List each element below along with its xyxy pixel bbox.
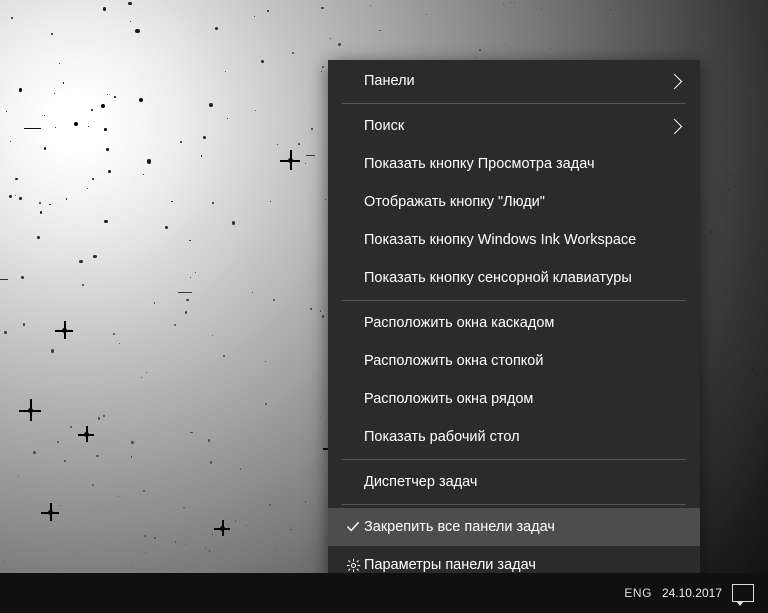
menu-item[interactable]: Показать кнопку сенсорной клавиатуры <box>328 259 700 297</box>
menu-item-label: Расположить окна каскадом <box>364 315 686 331</box>
taskbar-date[interactable]: 24.10.2017 <box>662 586 722 600</box>
menu-item-label: Показать кнопку Windows Ink Workspace <box>364 232 686 248</box>
menu-separator <box>342 103 686 104</box>
chevron-right-icon <box>667 118 683 134</box>
menu-separator <box>342 459 686 460</box>
menu-item-label: Диспетчер задач <box>364 474 686 490</box>
menu-separator <box>342 300 686 301</box>
menu-item[interactable]: Отображать кнопку "Люди" <box>328 183 700 221</box>
menu-item-label: Показать кнопку Просмотра задач <box>364 156 686 172</box>
menu-item[interactable]: Поиск <box>328 107 700 145</box>
menu-item-label: Расположить окна рядом <box>364 391 686 407</box>
menu-item[interactable]: Расположить окна стопкой <box>328 342 700 380</box>
menu-item[interactable]: Показать рабочий стол <box>328 418 700 456</box>
menu-item[interactable]: Диспетчер задач <box>328 463 700 501</box>
menu-item[interactable]: Расположить окна рядом <box>328 380 700 418</box>
chevron-right-icon <box>667 73 683 89</box>
menu-item-label: Расположить окна стопкой <box>364 353 686 369</box>
taskbar[interactable]: ENG 24.10.2017 <box>0 573 768 613</box>
menu-item-label: Показать кнопку сенсорной клавиатуры <box>364 270 686 286</box>
language-indicator[interactable]: ENG <box>624 586 652 600</box>
menu-item[interactable]: Расположить окна каскадом <box>328 304 700 342</box>
menu-item[interactable]: Показать кнопку Просмотра задач <box>328 145 700 183</box>
menu-separator <box>342 504 686 505</box>
menu-item[interactable]: Показать кнопку Windows Ink Workspace <box>328 221 700 259</box>
menu-item-label: Параметры панели задач <box>364 557 686 573</box>
check-icon <box>342 520 364 534</box>
menu-item-label: Панели <box>364 73 669 89</box>
menu-item-label: Закрепить все панели задач <box>364 519 686 535</box>
gear-icon <box>342 558 364 573</box>
taskbar-context-menu: Панели Поиск Показать кнопку Просмотра зад… <box>328 60 700 586</box>
action-center-icon[interactable] <box>732 584 754 602</box>
menu-item-label: Отображать кнопку "Люди" <box>364 194 686 210</box>
menu-item-label: Показать рабочий стол <box>364 429 686 445</box>
menu-item[interactable]: Закрепить все панели задач <box>328 508 700 546</box>
menu-item[interactable]: Панели <box>328 62 700 100</box>
menu-item-label: Поиск <box>364 118 669 134</box>
